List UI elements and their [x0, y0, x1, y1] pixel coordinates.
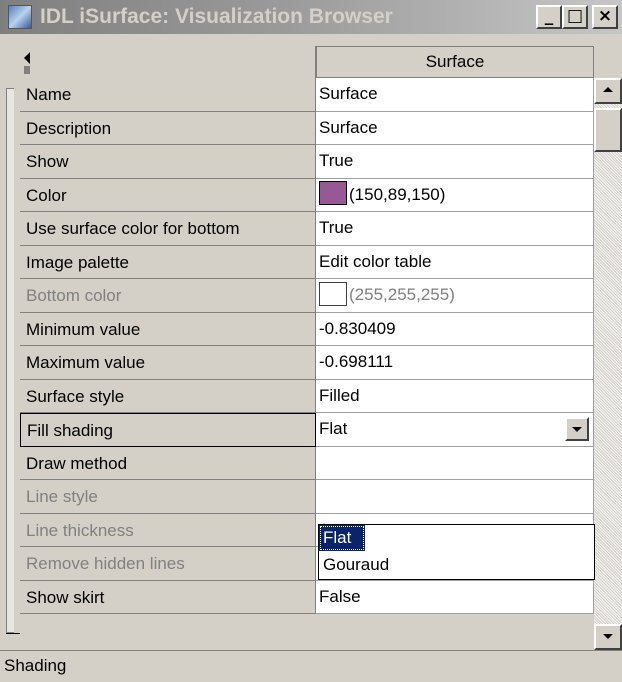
property-row[interactable]: Show True — [20, 145, 594, 179]
property-name[interactable]: Fill shading — [20, 413, 316, 447]
property-name[interactable]: Color — [20, 178, 316, 212]
property-value[interactable]: True — [316, 145, 594, 179]
window-title: IDL iSurface: Visualization Browser — [40, 5, 393, 28]
property-value[interactable] — [316, 446, 594, 480]
scroll-up-button[interactable] — [594, 78, 622, 104]
property-value[interactable]: -0.698111 — [316, 346, 594, 380]
property-name[interactable]: Line style — [20, 480, 316, 514]
property-name[interactable]: Remove hidden lines — [20, 547, 316, 581]
title-bar[interactable]: IDL iSurface: Visualization Browser _ □ … — [0, 0, 622, 34]
property-row[interactable]: Use surface color for bottom True — [20, 212, 594, 246]
property-row[interactable]: Description Surface — [20, 111, 594, 145]
maximize-button[interactable]: □ — [562, 5, 588, 29]
property-name[interactable]: Minimum value — [20, 312, 316, 346]
property-grid: Surface Name Surface Description Surface Sho… — [0, 46, 622, 650]
property-value[interactable]: Edit color table — [316, 245, 594, 279]
color-swatch[interactable] — [319, 181, 347, 206]
property-value[interactable]: (255,255,255) — [316, 279, 594, 313]
header-fill — [594, 46, 622, 78]
row-marker-icon — [24, 52, 30, 74]
property-name[interactable]: Show — [20, 145, 316, 179]
property-row[interactable]: Maximum value -0.698111 — [20, 346, 594, 380]
maximize-icon: □ — [566, 6, 584, 26]
column-header-surface[interactable]: Surface — [316, 46, 594, 78]
fill-shading-dropdown-list[interactable]: Flat Gouraud — [318, 524, 595, 580]
color-value-text: (150,89,150) — [349, 184, 446, 204]
scroll-thumb[interactable] — [594, 108, 622, 152]
property-name[interactable]: Bottom color — [20, 279, 316, 313]
chevron-down-icon — [572, 427, 582, 432]
property-value[interactable] — [316, 480, 594, 514]
property-value[interactable]: False — [316, 580, 594, 614]
status-bar: Shading — [0, 650, 622, 682]
property-name[interactable]: Maximum value — [20, 346, 316, 380]
minimize-button[interactable]: _ — [536, 5, 562, 29]
property-value[interactable]: Filled — [316, 379, 594, 413]
vertical-scrollbar[interactable] — [594, 78, 622, 650]
property-value[interactable]: -0.830409 — [316, 312, 594, 346]
property-row[interactable]: Draw method — [20, 446, 594, 480]
scroll-up-icon — [603, 87, 613, 92]
property-name[interactable]: Line thickness — [20, 513, 316, 547]
row-gutter — [0, 78, 20, 650]
property-value[interactable]: Surface — [316, 111, 594, 145]
property-name[interactable]: Description — [20, 111, 316, 145]
property-row[interactable]: Color (150,89,150) — [20, 178, 594, 212]
property-value[interactable]: True — [316, 212, 594, 246]
property-row[interactable]: Surface style Filled — [20, 379, 594, 413]
property-name[interactable]: Draw method — [20, 446, 316, 480]
scroll-down-icon — [603, 634, 613, 639]
property-name[interactable]: Name — [20, 78, 316, 112]
dropdown-option-gouraud[interactable]: Gouraud — [319, 552, 594, 578]
color-value-text: (255,255,255) — [349, 285, 455, 304]
close-icon: × — [597, 6, 613, 26]
group-bracket-end — [6, 630, 20, 634]
header-corner — [20, 46, 316, 78]
close-button[interactable]: × — [592, 5, 618, 29]
visualization-browser-window: IDL iSurface: Visualization Browser _ □ … — [0, 0, 622, 682]
property-row[interactable]: Minimum value -0.830409 — [20, 312, 594, 346]
minimize-icon: _ — [544, 6, 554, 26]
property-name[interactable]: Image palette — [20, 245, 316, 279]
property-row[interactable]: Bottom color (255,255,255) — [20, 279, 594, 313]
dropdown-option-flat[interactable]: Flat — [319, 525, 365, 551]
idl-app-icon[interactable] — [8, 5, 32, 29]
grid-header: Surface — [0, 46, 622, 78]
property-value[interactable]: Surface — [316, 78, 594, 112]
dropdown-button[interactable] — [565, 417, 589, 441]
property-row[interactable]: Name Surface — [20, 78, 594, 112]
property-value[interactable]: (150,89,150) — [316, 178, 594, 212]
property-row[interactable]: Fill shading Flat — [20, 413, 594, 447]
property-row[interactable]: Show skirt False — [20, 580, 594, 614]
property-name[interactable]: Use surface color for bottom — [20, 212, 316, 246]
property-row[interactable]: Line style — [20, 480, 594, 514]
fill-shading-combo[interactable]: Flat — [316, 413, 594, 447]
color-swatch[interactable] — [319, 281, 347, 306]
group-bracket — [6, 88, 14, 633]
property-name[interactable]: Show skirt — [20, 580, 316, 614]
scroll-down-button[interactable] — [594, 624, 622, 650]
property-row[interactable]: Image palette Edit color table — [20, 245, 594, 279]
property-name[interactable]: Surface style — [20, 379, 316, 413]
